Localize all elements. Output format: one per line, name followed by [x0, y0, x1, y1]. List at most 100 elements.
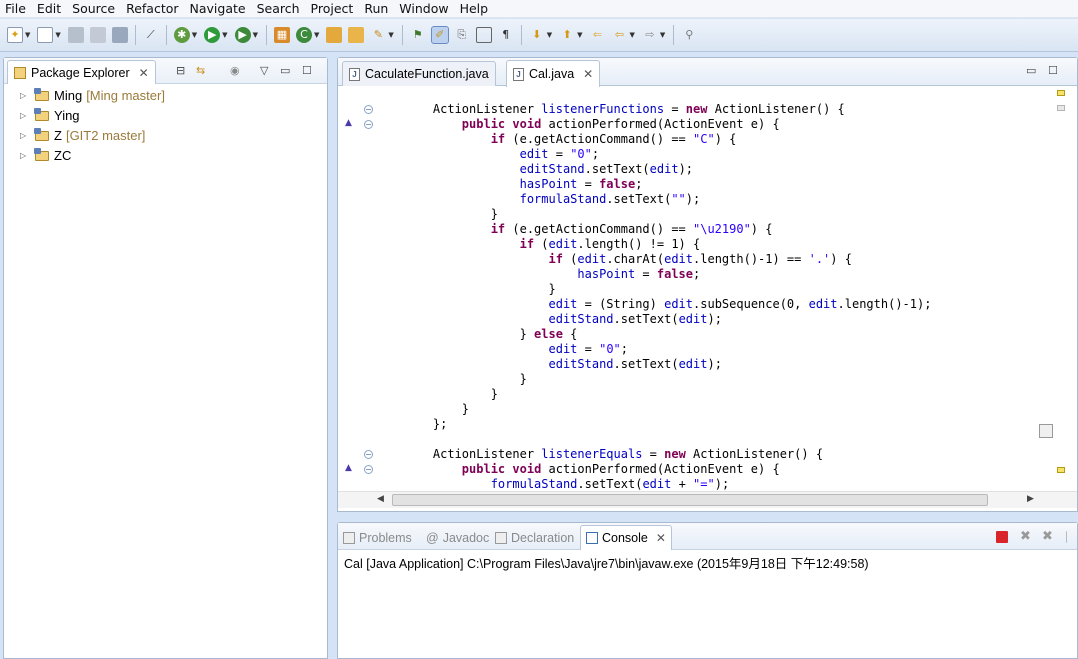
code-line[interactable]: editStand.setText(edit); — [404, 357, 722, 372]
expand-arrow-icon[interactable]: ▷ — [20, 91, 30, 100]
fold-toggle-icon[interactable]: − — [364, 465, 373, 474]
expand-arrow-icon[interactable]: ▷ — [20, 151, 30, 160]
code-line[interactable]: if (edit.charAt(edit.length()-1) == '.')… — [404, 252, 852, 267]
search-icon[interactable]: ✎ — [370, 27, 386, 43]
occurrence-marker-icon[interactable] — [1057, 105, 1065, 111]
link-with-editor-icon[interactable]: ⇆ — [196, 64, 205, 77]
code-line[interactable]: formulaStand.setText(edit + "="); — [404, 477, 729, 491]
run-icon[interactable]: ▶ — [204, 27, 221, 43]
warning-marker-icon[interactable] — [1057, 90, 1065, 96]
toggle-block-selection-icon[interactable]: ⎘ — [454, 27, 470, 43]
tab-package-explorer[interactable]: Package Explorer ✕ — [7, 60, 156, 84]
new-java-project-icon[interactable]: ▦ — [273, 27, 290, 43]
project-zc[interactable]: ▷ ZC — [20, 146, 71, 164]
menu-edit[interactable]: Edit — [32, 0, 67, 17]
previous-edit-icon[interactable]: ⬆ — [559, 27, 575, 43]
mark-occurrences-icon[interactable]: ✐ — [430, 26, 449, 44]
project-ming[interactable]: ▷ Ming [Ming master] — [20, 86, 165, 104]
code-line[interactable]: ActionListener listenerEquals = new Acti… — [404, 447, 823, 462]
code-line[interactable]: formulaStand.setText(""); — [404, 192, 701, 207]
minimize-icon[interactable]: ▭ — [1026, 64, 1036, 77]
close-icon[interactable]: ✕ — [656, 531, 666, 545]
terminate-icon[interactable] — [996, 531, 1008, 543]
menu-search[interactable]: Search — [252, 0, 306, 17]
menu-navigate[interactable]: Navigate — [185, 0, 252, 17]
code-line[interactable]: if (edit.length() != 1) { — [404, 237, 701, 252]
next-edit-dropdown-icon[interactable]: ▼ — [547, 31, 552, 39]
menu-help[interactable]: Help — [455, 0, 495, 17]
code-editor[interactable]: − ▲ − − ▲ − ActionListener listenerFunct… — [338, 87, 1077, 491]
new-class-icon[interactable]: C — [295, 27, 312, 43]
close-icon[interactable]: ✕ — [139, 66, 149, 80]
tab-problems[interactable]: Problems — [343, 527, 412, 549]
new-class-dropdown-icon[interactable]: ▼ — [314, 31, 319, 39]
code-line[interactable]: editStand.setText(edit); — [404, 312, 722, 327]
external-tool-dropdown-icon[interactable]: ▼ — [253, 31, 258, 39]
menu-run[interactable]: Run — [359, 0, 394, 17]
code-line[interactable]: hasPoint = false; — [404, 267, 700, 282]
last-edit-icon[interactable]: ⇐ — [590, 27, 606, 43]
code-line[interactable]: if (e.getActionCommand() == "C") { — [404, 132, 737, 147]
close-icon[interactable]: ✕ — [583, 67, 593, 81]
open-type-icon[interactable] — [326, 27, 343, 43]
code-line[interactable]: } — [404, 402, 469, 417]
menu-source[interactable]: Source — [67, 0, 121, 17]
tab-caculatefunction-java[interactable]: J CaculateFunction.java — [342, 61, 496, 86]
code-line[interactable]: editStand.setText(edit); — [404, 162, 693, 177]
code-line[interactable]: } — [404, 387, 498, 402]
code-line[interactable]: public void actionPerformed(ActionEvent … — [404, 462, 780, 477]
tab-javadoc[interactable]: @ Javadoc — [426, 527, 489, 549]
tab-cal-java[interactable]: J Cal.java ✕ — [506, 60, 601, 87]
horizontal-scrollbar[interactable]: ◀ ▶ — [338, 491, 1077, 508]
code-line[interactable]: } — [404, 372, 527, 387]
menu-window[interactable]: Window — [394, 0, 454, 17]
new-wizard-icon[interactable] — [37, 27, 54, 43]
maximize-icon[interactable]: ☐ — [1048, 64, 1058, 77]
collapse-all-icon[interactable]: ⊟ — [176, 64, 185, 77]
save-all-icon[interactable] — [89, 27, 106, 43]
code-line[interactable]: } else { — [404, 327, 578, 342]
run-external-tool-icon[interactable]: ▶ — [234, 27, 251, 43]
horizontal-scrollbar-thumb[interactable] — [392, 494, 988, 506]
project-z[interactable]: ▷ Z [GIT2 master] — [20, 126, 145, 144]
view-menu-icon[interactable]: ▽ — [260, 64, 268, 77]
debug-icon[interactable]: ✱ — [173, 27, 190, 43]
print-icon[interactable] — [111, 27, 128, 43]
previous-edit-dropdown-icon[interactable]: ▼ — [577, 31, 582, 39]
save-icon[interactable] — [67, 27, 84, 43]
show-whitespace-icon[interactable] — [475, 27, 492, 43]
back-dropdown-icon[interactable]: ▼ — [630, 31, 635, 39]
code-line[interactable]: } — [404, 282, 555, 297]
debug-dropdown-icon[interactable]: ▼ — [192, 31, 197, 39]
fold-toggle-icon[interactable]: − — [364, 105, 373, 114]
pilcrow-icon[interactable]: ¶ — [498, 27, 514, 43]
fold-toggle-icon[interactable]: − — [364, 450, 373, 459]
code-line[interactable]: hasPoint = false; — [404, 177, 643, 192]
tab-console[interactable]: Console ✕ — [580, 525, 672, 550]
forward-icon[interactable]: ⇨ — [642, 27, 658, 43]
skip-breakpoints-icon[interactable]: ⟋ — [143, 27, 159, 43]
pin-editor-icon[interactable]: ⚲ — [681, 27, 697, 43]
scroll-right-icon[interactable]: ▶ — [1027, 494, 1034, 504]
remove-launch-icon[interactable]: ✖ — [1020, 530, 1032, 543]
run-dropdown-icon[interactable]: ▼ — [222, 31, 227, 39]
code-line[interactable]: } — [404, 207, 498, 222]
menu-project[interactable]: Project — [306, 0, 360, 17]
new-dropdown-icon[interactable]: ▼ — [25, 31, 30, 39]
open-folder-icon[interactable] — [348, 27, 365, 43]
project-ying[interactable]: ▷ Ying — [20, 106, 80, 124]
code-line[interactable]: ActionListener listenerFunctions = new A… — [404, 102, 845, 117]
minimize-icon[interactable]: ▭ — [280, 64, 290, 77]
fold-toggle-icon[interactable]: − — [364, 120, 373, 129]
vertical-scrollbar-thumb[interactable] — [1039, 424, 1053, 438]
code-line[interactable]: edit = "0"; — [404, 147, 600, 162]
search-dropdown-icon[interactable]: ▼ — [388, 31, 393, 39]
code-line[interactable]: if (e.getActionCommand() == "\u2190") { — [404, 222, 773, 237]
code-line[interactable]: edit = (String) edit.subSequence(0, edit… — [404, 297, 932, 312]
code-line[interactable]: edit = "0"; — [404, 342, 629, 357]
back-icon[interactable]: ⇦ — [612, 27, 628, 43]
menu-file[interactable]: File — [0, 0, 32, 17]
next-edit-icon[interactable]: ⬇ — [529, 27, 545, 43]
tab-declaration[interactable]: Declaration — [495, 527, 574, 549]
new-icon[interactable]: ✦ — [7, 27, 23, 43]
